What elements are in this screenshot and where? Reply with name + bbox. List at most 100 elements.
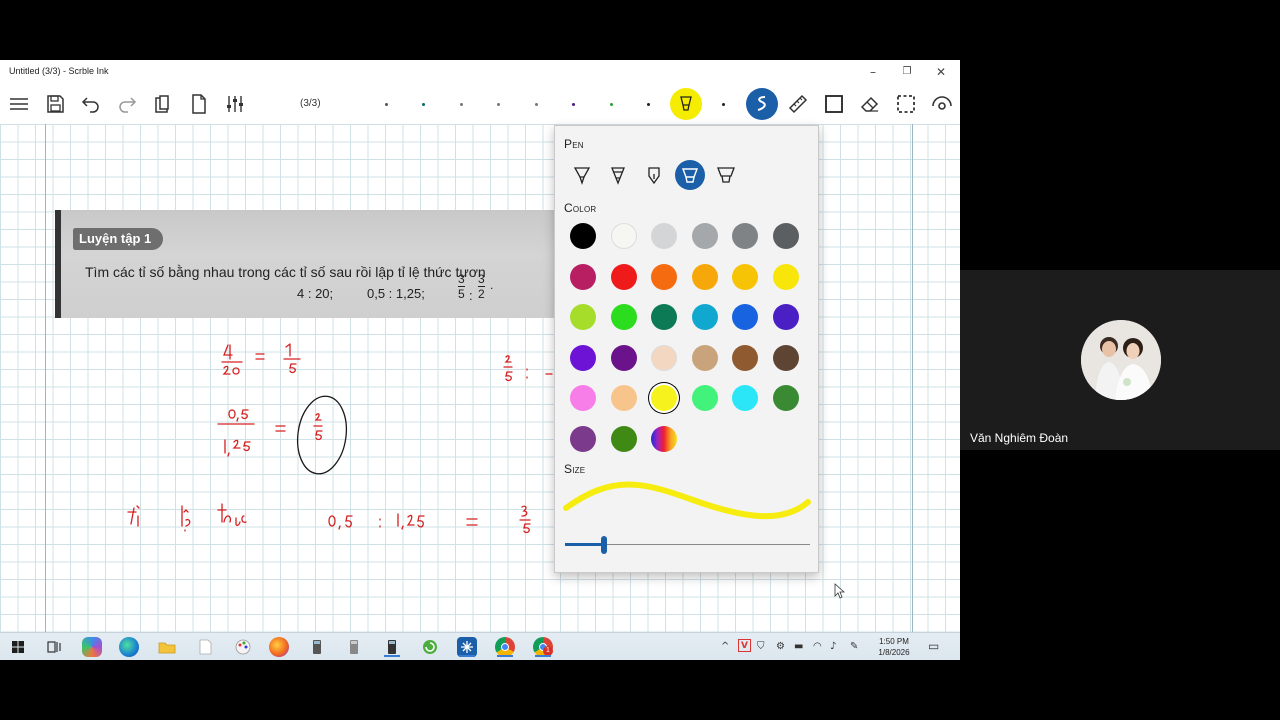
calculator-active-icon[interactable] bbox=[382, 637, 402, 657]
ballpoint-pen-icon[interactable] bbox=[567, 160, 597, 190]
color-swatch-4-0[interactable] bbox=[570, 385, 596, 411]
color-dot-2[interactable] bbox=[422, 103, 425, 106]
scribble-pen-icon[interactable] bbox=[746, 88, 778, 120]
color-swatch-5-0[interactable] bbox=[570, 425, 596, 452]
color-swatch-4-2[interactable] bbox=[651, 385, 677, 411]
wifi-icon[interactable]: ◠ bbox=[813, 641, 822, 652]
size-slider-fill bbox=[565, 543, 605, 546]
color-dot-5[interactable] bbox=[535, 103, 538, 106]
color-swatch-3-5[interactable] bbox=[772, 344, 799, 371]
eraser-icon[interactable] bbox=[858, 92, 882, 116]
color-swatch-4-4[interactable] bbox=[732, 385, 758, 411]
color-swatch-3-4[interactable] bbox=[732, 344, 758, 371]
color-swatch-2-3[interactable] bbox=[691, 304, 718, 330]
redo-icon[interactable] bbox=[115, 92, 139, 116]
notification-icon[interactable]: ▭ bbox=[928, 639, 939, 653]
color-swatch-3-3[interactable] bbox=[691, 344, 718, 371]
color-swatch-2-4[interactable] bbox=[732, 304, 758, 330]
lasso-select-icon[interactable] bbox=[894, 92, 918, 116]
chrome-icon[interactable] bbox=[495, 637, 515, 657]
participant-tile[interactable]: Văn Nghiêm Đoàn bbox=[960, 270, 1280, 450]
new-page-icon[interactable] bbox=[187, 92, 211, 116]
undo-icon[interactable] bbox=[79, 92, 103, 116]
close-icon[interactable]: ✕ bbox=[924, 62, 958, 82]
color-dot-3[interactable] bbox=[460, 103, 463, 106]
ruler-icon[interactable] bbox=[786, 92, 810, 116]
color-swatch-2-2[interactable] bbox=[651, 304, 677, 330]
file-explorer-icon[interactable] bbox=[157, 637, 177, 657]
windows-start-icon[interactable] bbox=[8, 637, 28, 657]
notepad-icon[interactable] bbox=[195, 637, 215, 657]
color-swatch-2-0[interactable] bbox=[570, 304, 596, 330]
chevron-up-icon[interactable]: ^ bbox=[721, 641, 729, 652]
minimize-icon[interactable]: – bbox=[856, 62, 890, 82]
calculator-icon[interactable] bbox=[307, 637, 327, 657]
color-swatch-1-0[interactable] bbox=[570, 263, 596, 290]
color-swatch-1-5[interactable] bbox=[772, 263, 799, 290]
save-icon[interactable] bbox=[43, 92, 67, 116]
color-swatch-1-3[interactable] bbox=[691, 263, 718, 290]
refresh-app-icon[interactable] bbox=[420, 637, 440, 657]
task-view-icon[interactable] bbox=[44, 637, 64, 657]
menu-icon[interactable] bbox=[7, 92, 31, 116]
volume-icon[interactable]: ♪ bbox=[830, 641, 836, 652]
clock-time: 1:50 PM bbox=[879, 637, 909, 646]
restore-icon[interactable]: ❐ bbox=[890, 62, 924, 82]
app-toolbar: (3/3) bbox=[0, 84, 960, 124]
color-swatch-3-0[interactable] bbox=[570, 344, 596, 371]
pen-tray-icon[interactable]: ✎ bbox=[850, 641, 858, 652]
color-swatch-1-4[interactable] bbox=[732, 263, 758, 290]
chrome-profile-icon[interactable]: 1 bbox=[533, 637, 553, 657]
color-swatch-3-2[interactable] bbox=[651, 344, 677, 371]
color-swatch-4-5[interactable] bbox=[772, 385, 799, 411]
defender-icon[interactable]: ⛉ bbox=[757, 641, 765, 652]
color-swatch-4-3[interactable] bbox=[691, 385, 718, 411]
copilot-icon[interactable] bbox=[82, 637, 102, 657]
firefox-icon[interactable] bbox=[269, 637, 289, 657]
paste-icon[interactable] bbox=[151, 92, 175, 116]
view-icon[interactable] bbox=[930, 92, 954, 116]
vietkey-icon[interactable]: V bbox=[738, 639, 751, 652]
color-dot-7[interactable] bbox=[610, 103, 613, 106]
color-dot-9[interactable] bbox=[722, 103, 725, 106]
color-swatch-4-1[interactable] bbox=[610, 385, 637, 411]
color-swatch-0-1[interactable] bbox=[610, 223, 637, 249]
snipping-tool-icon[interactable] bbox=[457, 637, 477, 657]
pencil-pen-icon[interactable] bbox=[603, 160, 633, 190]
color-swatch-2-5[interactable] bbox=[772, 304, 799, 330]
participant-name: Văn Nghiêm Đoàn bbox=[970, 431, 1069, 445]
color-swatch-0-0[interactable] bbox=[570, 223, 596, 249]
color-swatch-0-3[interactable] bbox=[691, 223, 718, 249]
highlighter-icon[interactable] bbox=[670, 88, 702, 120]
color-dot-8[interactable] bbox=[647, 103, 650, 106]
color-swatch-5-1[interactable] bbox=[610, 425, 637, 452]
shape-icon[interactable] bbox=[822, 92, 846, 116]
size-slider-thumb[interactable] bbox=[601, 536, 608, 554]
windows-taskbar: 1 ^ V ⛉ ⚙ ▬ ◠ ♪ ✎ 1:50 PM 1/8/2026 ▭ bbox=[0, 632, 960, 660]
edge-icon[interactable] bbox=[119, 637, 139, 657]
meeting-stage: Untitled (3/3) - Scrble Ink – ❐ ✕ (3/3) … bbox=[0, 0, 1280, 720]
color-swatch-2-1[interactable] bbox=[610, 304, 637, 330]
color-swatch-1-2[interactable] bbox=[651, 263, 677, 290]
settings-sliders-icon[interactable] bbox=[223, 92, 247, 116]
color-swatch-0-2[interactable] bbox=[651, 223, 677, 249]
color-swatch-0-5[interactable] bbox=[772, 223, 799, 249]
color-dot-1[interactable] bbox=[385, 103, 388, 106]
calculator-alt-icon[interactable] bbox=[344, 637, 364, 657]
color-heading: Color bbox=[564, 201, 597, 215]
fountain-pen-icon[interactable] bbox=[639, 160, 669, 190]
color-dot-4[interactable] bbox=[497, 103, 500, 106]
color-dot-6[interactable] bbox=[572, 103, 575, 106]
participant-avatar bbox=[1081, 320, 1161, 400]
system-clock[interactable]: 1:50 PM 1/8/2026 bbox=[870, 636, 918, 658]
network-icon[interactable]: ⚙ bbox=[776, 641, 785, 652]
paint-icon[interactable] bbox=[233, 637, 253, 657]
mouse-cursor-icon bbox=[834, 583, 846, 599]
custom-color-swatch[interactable] bbox=[651, 425, 677, 452]
battery-icon[interactable]: ▬ bbox=[794, 641, 803, 652]
color-swatch-0-4[interactable] bbox=[732, 223, 758, 249]
calligraphy-pen-icon[interactable] bbox=[711, 160, 741, 190]
color-swatch-3-1[interactable] bbox=[610, 344, 637, 371]
highlighter-pen-icon[interactable] bbox=[675, 160, 705, 190]
color-swatch-1-1[interactable] bbox=[610, 263, 637, 290]
